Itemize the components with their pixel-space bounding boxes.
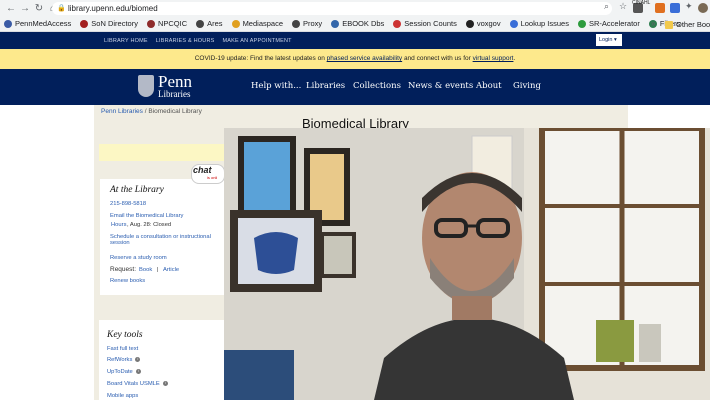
lock-icon: 🔒 [57,5,66,12]
request-label: Request: [110,266,137,273]
webcam-scene [224,128,710,400]
bookmark-icon [80,19,89,28]
key-tools-panel: Key tools Fast full text RefWorks i UpToD… [99,320,224,400]
bookmark-ares[interactable]: Ares [196,19,223,28]
bookmark-icon [331,19,340,28]
bookmark-icon [231,19,240,28]
star-icon[interactable]: ☆ [619,1,627,12]
menu-collections[interactable]: Collections [353,81,401,91]
bookmark-mediaspace[interactable]: Mediaspace [231,19,283,28]
libraries-hours-link[interactable]: LIBRARIES & HOURS [156,38,215,44]
menu-help-with[interactable]: Help with... [251,81,301,91]
phased-service-link[interactable]: phased service availability [327,55,403,62]
shield-icon [138,75,154,97]
bookmark-icon [292,19,301,28]
bookmark-sr-accelerator[interactable]: SR-Accelerator [577,19,640,28]
puzzle-icon[interactable]: ✦ [685,1,693,12]
menu-news-events[interactable]: News & events [408,81,473,91]
refworks-link[interactable]: RefWorks i [107,357,141,363]
key-tools-heading: Key tools [107,330,143,340]
penn-libraries-logo[interactable]: Penn Libraries [138,72,202,101]
other-bookmarks[interactable]: Other Bookm [665,20,710,29]
bookmark-icon [393,19,402,28]
url-text: library.upenn.edu/biomed [68,4,158,13]
forward-icon[interactable]: → [18,1,32,15]
main-nav: Penn Libraries Help with... Libraries Co… [0,69,710,105]
bookmark-session-counts[interactable]: Session Counts [393,19,457,28]
cinahl-badge: CINAHL [632,0,651,6]
bookmarks-bar: PennMedAccess SoN Directory NPCQIC Ares … [0,16,710,32]
phone-link[interactable]: 215-898-5818 [110,201,146,207]
covid-alert: COVID-19 update: Find the latest updates… [0,49,710,69]
reload-icon[interactable]: ↻ [32,1,46,15]
bookmark-voxgov[interactable]: voxgov [465,19,501,28]
bookmark-icon [146,19,155,28]
fast-full-text-link[interactable]: Fast full text [107,346,138,352]
reserve-room-link[interactable]: Reserve a study room [110,255,167,261]
bookmark-son-directory[interactable]: SoN Directory [80,19,138,28]
bookmark-icon [196,19,205,28]
breadcrumb-home-link[interactable]: Penn Libraries [101,108,143,115]
uptodate-link[interactable]: UpToDate i [107,369,141,375]
hours-text: , Aug. 28: Closed [127,222,172,228]
at-library-heading: At the Library [110,185,164,195]
utility-nav: LIBRARY HOME LIBRARIES & HOURS MAKE AN A… [0,32,710,49]
schedule-consultation-link[interactable]: Schedule a consultation or instructional… [110,234,218,246]
bookmark-icon [465,19,474,28]
browser-chrome: ← → ↻ ⌂ 🔒 library.upenn.edu/biomed ⌕ ☆ C… [0,0,710,32]
login-button[interactable]: Login ▾ [596,34,622,46]
mobile-apps-link[interactable]: Mobile apps [107,393,138,399]
menu-giving[interactable]: Giving [513,81,541,91]
info-icon[interactable]: i [135,357,141,362]
notice-bar [99,144,224,161]
bookmark-pennmedaccess[interactable]: PennMedAccess [4,19,71,28]
virtual-support-link[interactable]: virtual support [473,55,514,62]
request-article-link[interactable]: Article [163,267,179,273]
bookmark-icon [4,19,12,28]
search-icon[interactable]: ⌕ [604,1,609,12]
back-icon[interactable]: ← [4,1,18,15]
hours-link[interactable]: Hours [111,222,126,228]
bookmarks-overflow-icon[interactable]: » [651,19,655,28]
menu-libraries[interactable]: Libraries [306,81,345,91]
address-bar[interactable]: 🔒 library.upenn.edu/biomed [52,2,612,15]
bookmark-icon [577,19,586,28]
info-icon[interactable]: i [135,369,141,374]
breadcrumb: Penn Libraries / Biomedical Library [101,108,202,115]
library-home-link[interactable]: LIBRARY HOME [104,38,148,44]
at-library-panel: At the Library 215-898-5818 Email the Bi… [100,179,224,295]
bookmark-ebook-dbs[interactable]: EBOOK Dbs [331,19,384,28]
bookmark-lookup-issues[interactable]: Lookup Issues [509,19,569,28]
bookmark-npcqic[interactable]: NPCQIC [146,19,187,28]
make-appointment-link[interactable]: MAKE AN APPOINTMENT [223,38,292,44]
email-link[interactable]: Email the Biomedical Library [110,213,183,219]
renew-books-link[interactable]: Renew books [110,278,145,284]
bookmark-icon [509,19,518,28]
request-book-link[interactable]: Book [139,267,152,273]
webcam-video-overlay [224,128,710,400]
info-icon[interactable]: i [162,381,168,386]
extension-orange-icon[interactable] [655,3,665,13]
extension-blue-icon[interactable] [670,3,680,13]
address-row: ← → ↻ ⌂ 🔒 library.upenn.edu/biomed ⌕ ☆ C… [0,0,710,16]
folder-icon [665,20,673,29]
bookmark-proxy[interactable]: Proxy [292,19,322,28]
chat-widget[interactable]: chat is onli [191,164,225,184]
request-separator: | [157,267,159,273]
avatar[interactable] [698,3,708,13]
menu-about[interactable]: About [476,81,502,91]
board-vitals-link[interactable]: Board Vitals USMLE i [107,381,168,387]
